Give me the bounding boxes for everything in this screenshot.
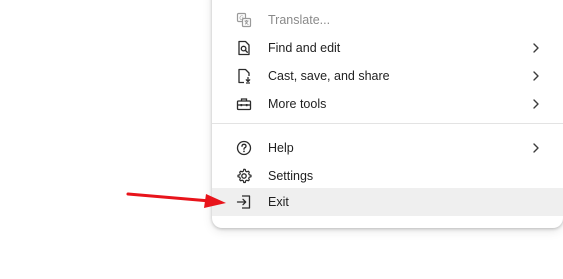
toolbox-icon [236,96,252,112]
menu-item-label: Find and edit [268,41,341,55]
red-arrow-annotation [126,192,226,208]
help-circle-icon [236,140,252,156]
exit-icon [236,194,252,210]
menu-item-label: Exit [268,195,289,209]
chevron-right-icon [530,42,542,54]
cast-save-share-icon [236,68,252,84]
browser-main-menu: G Translate... Find and edit Cast, save,… [212,0,563,228]
chevron-right-icon [530,70,542,82]
find-in-page-icon [236,40,252,56]
screenshot-stage: G Translate... Find and edit Cast, save,… [0,0,563,279]
menu-item-label: More tools [268,97,327,111]
menu-item-exit[interactable]: Exit [212,188,563,216]
menu-item-label: Cast, save, and share [268,69,390,83]
chevron-right-icon [530,98,542,110]
menu-item-cast-save-share[interactable]: Cast, save, and share [212,62,563,90]
menu-item-label: Settings [268,169,314,183]
translate-icon: G [236,12,252,28]
gear-icon [236,168,252,184]
menu-item-settings[interactable]: Settings [212,162,563,190]
menu-divider [212,123,563,124]
menu-item-more-tools[interactable]: More tools [212,90,563,118]
menu-item-translate[interactable]: G Translate... [212,6,563,34]
chevron-right-icon [530,142,542,154]
menu-item-help[interactable]: Help [212,134,563,162]
menu-item-find-and-edit[interactable]: Find and edit [212,34,563,62]
menu-item-label: Translate... [268,13,331,27]
menu-item-label: Help [268,141,294,155]
svg-text:G: G [239,15,244,22]
